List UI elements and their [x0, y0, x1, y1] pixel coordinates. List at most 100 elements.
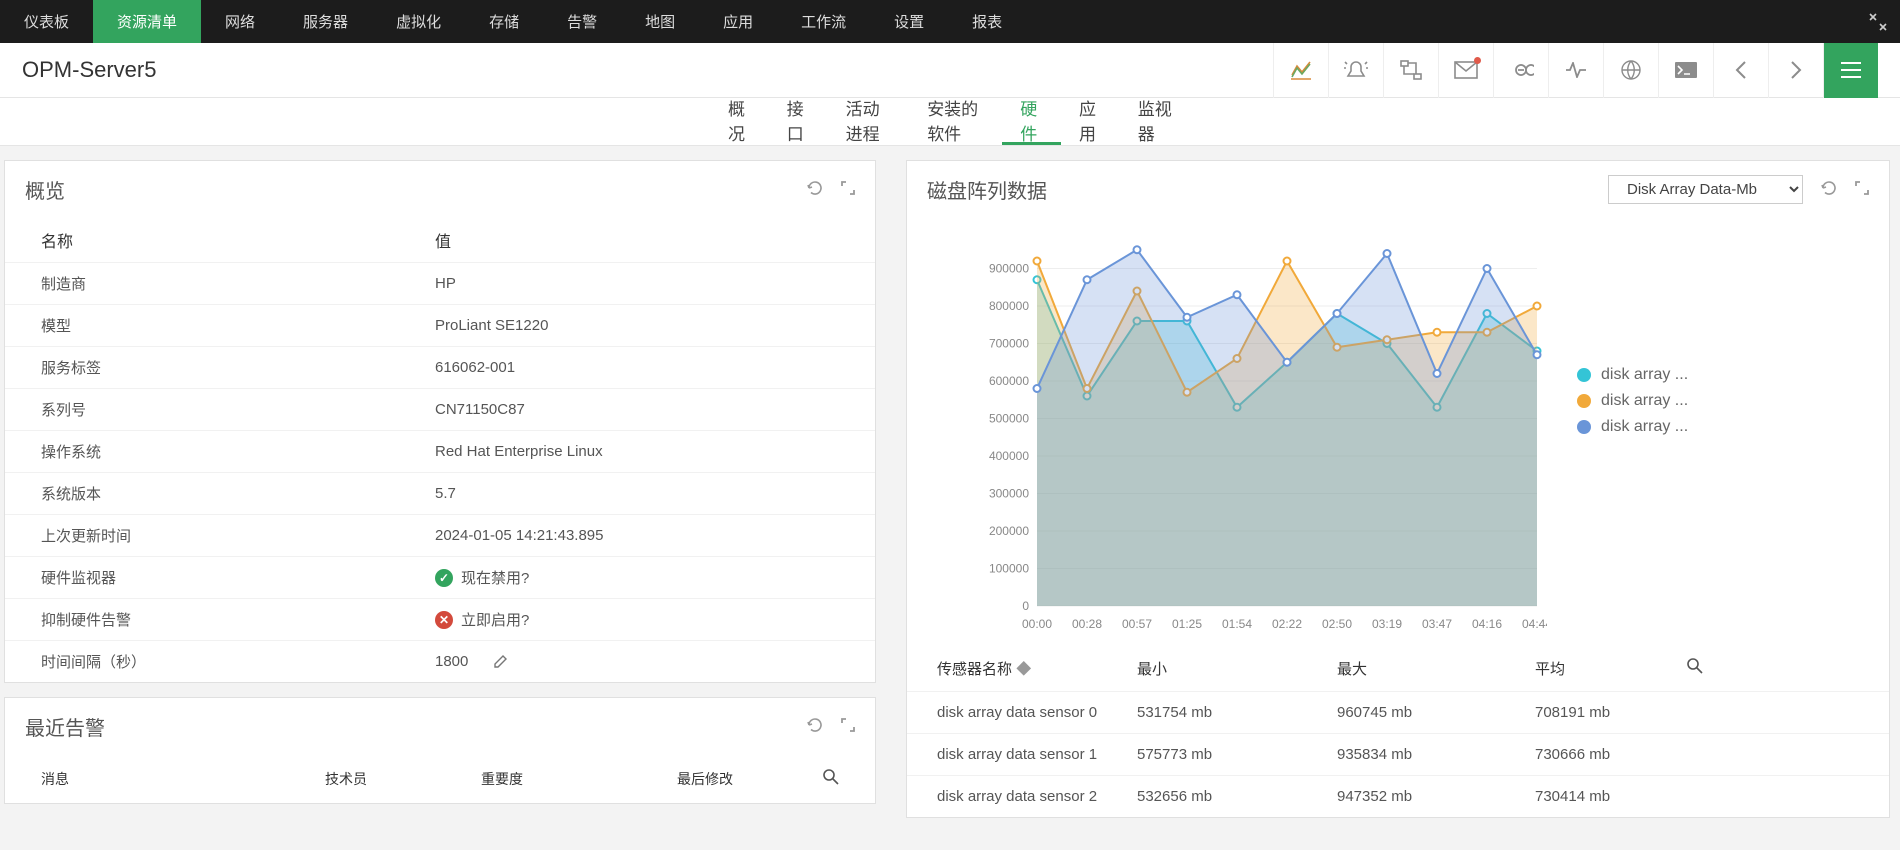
topnav-item[interactable]: 设置: [870, 0, 948, 43]
link-icon[interactable]: [1493, 43, 1548, 98]
topnav-item[interactable]: 网络: [201, 0, 279, 43]
alarms-panel: 最近告警 消息 技术员 重要度 最后修改: [4, 697, 876, 804]
sensor-avg: 730666 mb: [1535, 746, 1667, 763]
svg-text:03:19: 03:19: [1372, 617, 1402, 631]
overview-key: 制造商: [41, 273, 435, 294]
sensor-name: disk array data sensor 1: [937, 746, 1137, 763]
sensor-name: disk array data sensor 0: [937, 704, 1137, 721]
disk-title: 磁盘阵列数据: [927, 175, 1047, 204]
svg-text:04:16: 04:16: [1472, 617, 1502, 631]
topnav-item[interactable]: 虚拟化: [372, 0, 465, 43]
globe-icon[interactable]: [1603, 43, 1658, 98]
subtab-item[interactable]: 接口: [769, 98, 828, 145]
svg-text:700000: 700000: [989, 337, 1029, 351]
subtab-item[interactable]: 概况: [710, 98, 769, 145]
sensor-col-name[interactable]: 传感器名称 ◆: [937, 658, 1137, 679]
overview-col-name: 名称: [41, 228, 435, 252]
chart-icon[interactable]: [1273, 43, 1328, 98]
topnav-item[interactable]: 仪表板: [0, 0, 93, 43]
hw-monitor-link[interactable]: 现在禁用?: [461, 567, 529, 588]
topnav-item[interactable]: 服务器: [279, 0, 372, 43]
refresh-icon[interactable]: [1821, 180, 1837, 199]
overview-value: Red Hat Enterprise Linux: [435, 443, 839, 460]
sensor-name: disk array data sensor 2: [937, 788, 1137, 805]
edit-icon[interactable]: [493, 655, 507, 669]
flow-icon[interactable]: [1383, 43, 1438, 98]
alert-icon[interactable]: [1328, 43, 1383, 98]
svg-text:03:47: 03:47: [1422, 617, 1452, 631]
refresh-icon[interactable]: [807, 717, 823, 736]
sensor-max: 935834 mb: [1337, 746, 1535, 763]
alarm-col-tech[interactable]: 技术员: [325, 769, 481, 789]
topnav-item[interactable]: 存储: [465, 0, 543, 43]
sensor-col-min[interactable]: 最小: [1137, 658, 1337, 679]
mail-icon[interactable]: [1438, 43, 1493, 98]
overview-row: 模型ProLiant SE1220: [5, 304, 875, 346]
menu-icon[interactable]: [1823, 43, 1878, 98]
sensor-row: disk array data sensor 2532656 mb947352 …: [907, 775, 1889, 817]
suppress-link[interactable]: 立即启用?: [461, 609, 529, 630]
topnav-item[interactable]: 应用: [699, 0, 777, 43]
page-header: OPM-Server5: [0, 43, 1900, 98]
page-title: OPM-Server5: [22, 57, 156, 83]
overview-row: 服务标签616062-001: [5, 346, 875, 388]
terminal-icon[interactable]: [1658, 43, 1713, 98]
expand-icon[interactable]: [1855, 181, 1869, 198]
sensor-min: 532656 mb: [1137, 788, 1337, 805]
svg-text:02:50: 02:50: [1322, 617, 1352, 631]
subtab-item[interactable]: 安装的软件: [909, 98, 1002, 145]
expand-icon[interactable]: [841, 181, 855, 198]
overview-row: 上次更新时间2024-01-05 14:21:43.895: [5, 514, 875, 556]
svg-text:04:44: 04:44: [1522, 617, 1547, 631]
svg-text:00:57: 00:57: [1122, 617, 1152, 631]
search-icon[interactable]: [1667, 658, 1703, 679]
sensor-col-avg[interactable]: 平均: [1535, 658, 1667, 679]
subtab-item[interactable]: 应用: [1061, 98, 1120, 145]
legend-item[interactable]: disk array ...: [1577, 366, 1688, 384]
sensor-col-max[interactable]: 最大: [1337, 658, 1535, 679]
overview-row: 系列号CN71150C87: [5, 388, 875, 430]
suppress-label: 抑制硬件告警: [41, 609, 435, 630]
svg-text:400000: 400000: [989, 449, 1029, 463]
subtab-item[interactable]: 活动进程: [828, 98, 910, 145]
legend-dot-icon: [1577, 368, 1591, 382]
overview-row: 操作系统Red Hat Enterprise Linux: [5, 430, 875, 472]
top-nav: 仪表板资源清单网络服务器虚拟化存储告警地图应用工作流设置报表: [0, 0, 1900, 43]
sensor-avg: 708191 mb: [1535, 704, 1667, 721]
alarms-title: 最近告警: [25, 712, 105, 741]
disk-panel: 磁盘阵列数据 Disk Array Data-Mb 01000002000003…: [906, 160, 1890, 818]
legend-item[interactable]: disk array ...: [1577, 392, 1688, 410]
collapse-icon[interactable]: [1856, 0, 1900, 43]
svg-text:600000: 600000: [989, 374, 1029, 388]
expand-icon[interactable]: [841, 718, 855, 735]
overview-value: ProLiant SE1220: [435, 317, 839, 334]
svg-text:01:25: 01:25: [1172, 617, 1202, 631]
disk-selector[interactable]: Disk Array Data-Mb: [1608, 175, 1803, 204]
alarm-col-msg[interactable]: 消息: [41, 769, 325, 789]
search-icon[interactable]: [799, 769, 839, 789]
alarm-col-last[interactable]: 最后修改: [677, 769, 799, 789]
next-icon[interactable]: [1768, 43, 1823, 98]
sensor-min: 575773 mb: [1137, 746, 1337, 763]
refresh-icon[interactable]: [807, 180, 823, 199]
prev-icon[interactable]: [1713, 43, 1768, 98]
topnav-item[interactable]: 地图: [621, 0, 699, 43]
activity-icon[interactable]: [1548, 43, 1603, 98]
legend-item[interactable]: disk array ...: [1577, 418, 1688, 436]
topnav-item[interactable]: 告警: [543, 0, 621, 43]
overview-value: 616062-001: [435, 359, 839, 376]
sort-icon[interactable]: ◆: [1016, 661, 1031, 678]
topnav-item[interactable]: 报表: [948, 0, 1026, 43]
topnav-item[interactable]: 工作流: [777, 0, 870, 43]
hw-monitor-label: 硬件监视器: [41, 567, 435, 588]
subtab-item[interactable]: 硬件: [1002, 98, 1061, 145]
overview-key: 服务标签: [41, 357, 435, 378]
sub-tabs: 概况接口活动进程安装的软件硬件应用监视器: [0, 98, 1900, 146]
subtab-item[interactable]: 监视器: [1120, 98, 1190, 145]
overview-key: 系统版本: [41, 483, 435, 504]
topnav-item[interactable]: 资源清单: [93, 0, 201, 43]
legend-dot-icon: [1577, 394, 1591, 408]
svg-text:800000: 800000: [989, 299, 1029, 313]
alarm-col-sev[interactable]: 重要度: [481, 769, 677, 789]
sensor-row: disk array data sensor 0531754 mb960745 …: [907, 691, 1889, 733]
